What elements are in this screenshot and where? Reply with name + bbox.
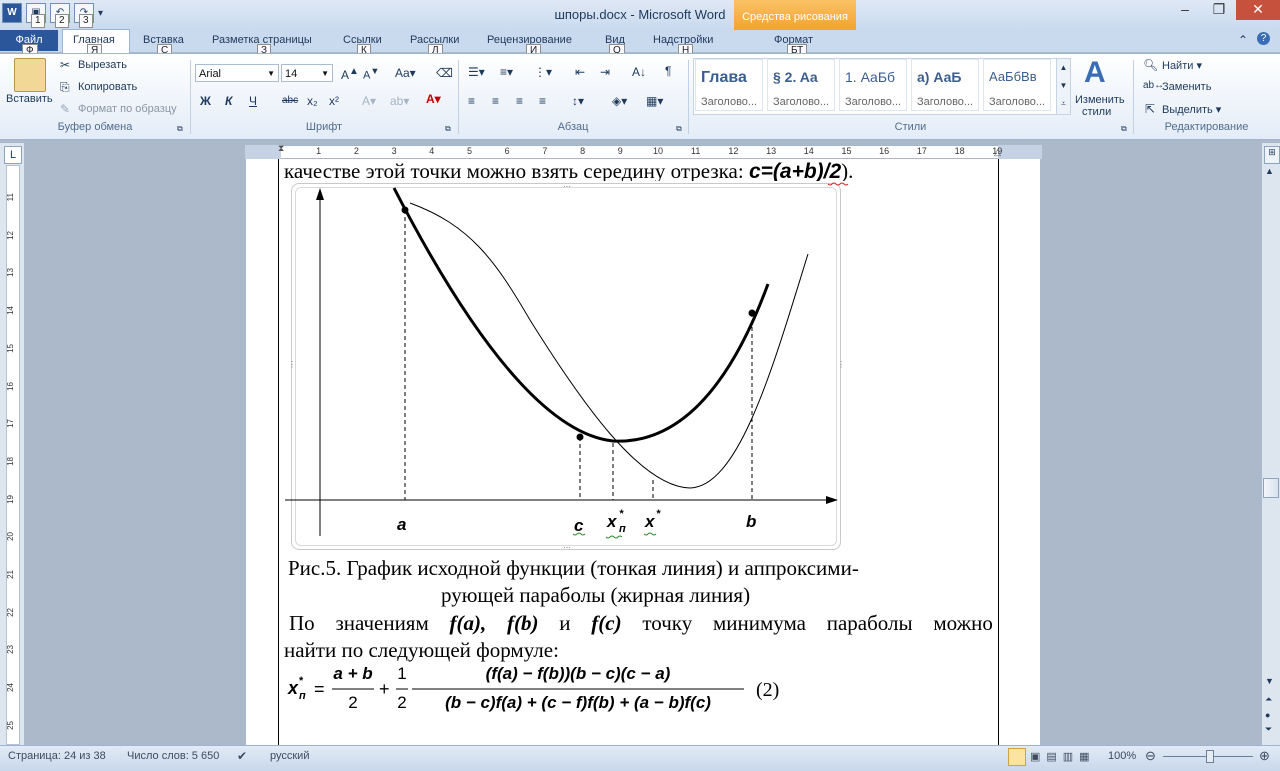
- page-counter[interactable]: Страница: 24 из 38: [8, 750, 106, 762]
- label-xstar-sup: *: [656, 508, 661, 520]
- grammar-squiggle: [643, 532, 657, 536]
- function-graph: a c x п * x * b: [285, 182, 849, 690]
- zoom-in-icon[interactable]: ⊕: [1259, 748, 1270, 764]
- formula-big-den: (b − c)f(a) + (c − f)f(b) + (a − b)f(c): [445, 693, 711, 712]
- formula-plus: +: [379, 679, 390, 699]
- formula-lhs-sub: п: [299, 690, 306, 702]
- formula-lhs-sup: *: [299, 675, 304, 687]
- point-fc: [576, 433, 584, 441]
- formula-frac1-den: 2: [348, 693, 358, 712]
- label-xstar: x: [644, 512, 656, 531]
- label-xp-sub: п: [619, 523, 626, 535]
- paragraph-line-1: По значениям f(a), f(b) и f(c) точку мин…: [289, 611, 993, 636]
- label-b: b: [746, 512, 756, 531]
- label-xp-sup: *: [619, 508, 624, 520]
- word-count[interactable]: Число слов: 5 650: [127, 750, 219, 762]
- formula-frac2-den: 2: [397, 693, 407, 712]
- zoom-slider-thumb[interactable]: [1206, 750, 1214, 763]
- original-function-curve: [409, 202, 809, 489]
- formula-big-num: (f(a) − f(b))(b − c)(c − a): [485, 664, 671, 683]
- formula-number: (2): [756, 679, 780, 701]
- caption-line-1: Рис.5. График исходной функции (тонкая л…: [288, 556, 859, 580]
- word-fb: f(b): [507, 611, 539, 635]
- label-xp: x: [606, 512, 618, 531]
- word: значениям: [335, 611, 429, 635]
- word-fa: f(a),: [449, 611, 487, 635]
- word: минимума: [712, 611, 806, 635]
- formula-eq: =: [314, 679, 325, 699]
- view-buttons-icons[interactable]: ▣▤▥▦: [1030, 750, 1096, 763]
- word: По: [289, 611, 315, 635]
- word: точку: [642, 611, 693, 635]
- y-axis-arrow: [316, 188, 324, 200]
- zoom-out-icon[interactable]: ⊖: [1145, 748, 1156, 764]
- word: можно: [933, 611, 993, 635]
- resize-handle-icon[interactable]: ⋯: [563, 543, 571, 552]
- approximating-parabola: [392, 187, 770, 443]
- proofing-icon[interactable]: ✔︎: [237, 749, 247, 763]
- spelling-squiggle: [827, 182, 849, 186]
- resize-handle-icon[interactable]: ⋮: [837, 360, 845, 369]
- x-axis-arrow: [826, 496, 838, 504]
- caption-line-2: рующей параболы (жирная линия): [441, 583, 751, 607]
- label-c: c: [574, 516, 584, 535]
- zoom-level[interactable]: 100%: [1108, 750, 1136, 762]
- resize-handle-icon[interactable]: ⋮: [288, 360, 296, 369]
- word: параболы: [826, 611, 913, 635]
- formula-2: x п * = a + b 2 + 1 2 (f(a) − f(b))(b − …: [286, 660, 806, 720]
- point-fa: [401, 206, 409, 214]
- formula-frac1-num: a + b: [333, 664, 373, 683]
- word: и: [559, 611, 571, 635]
- formula-lhs: x: [288, 678, 299, 698]
- formula-frac2-num: 1: [397, 664, 407, 683]
- grammar-squiggle: [605, 535, 623, 539]
- label-a: a: [397, 515, 406, 534]
- resize-handle-icon[interactable]: ⋯: [563, 182, 571, 191]
- point-fb: [748, 309, 756, 317]
- language[interactable]: русский: [270, 750, 309, 762]
- print-layout-icon[interactable]: [1008, 748, 1026, 766]
- word-fc: f(c): [591, 611, 622, 635]
